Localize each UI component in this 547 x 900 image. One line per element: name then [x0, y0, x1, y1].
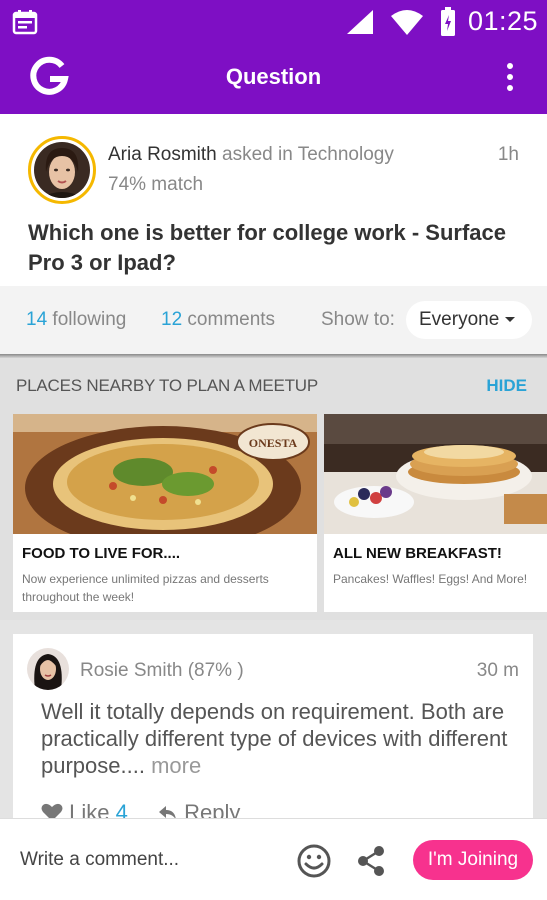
emoji-icon[interactable] — [296, 843, 332, 879]
question-card: Aria Rosmith asked in Technology 1h 74% … — [0, 114, 547, 286]
question-stats-bar: 14 following 12 comments Show to: Everyo… — [0, 286, 547, 356]
battery-icon — [441, 7, 455, 36]
question-time: 1h — [497, 144, 519, 165]
author-name[interactable]: Aria Rosmith — [108, 144, 217, 165]
overflow-menu-icon[interactable] — [498, 60, 522, 98]
comment-compose-bar: Write a comment... I'm Joining — [0, 818, 547, 900]
hide-button[interactable]: HIDE — [486, 376, 527, 396]
status-time: 01:25 — [468, 6, 539, 36]
place-card-title: ALL NEW BREAKFAST! — [333, 545, 502, 562]
place-card-title: FOOD TO LIVE FOR.... — [22, 545, 181, 562]
signal-icon — [347, 10, 373, 34]
comment-input[interactable]: Write a comment... — [20, 849, 179, 871]
question-text: Which one is better for college work - S… — [28, 220, 506, 275]
breakfast-image — [324, 414, 547, 534]
author-avatar[interactable] — [28, 136, 96, 204]
author-photo — [34, 142, 90, 198]
calendar-icon — [12, 10, 38, 35]
show-to-label: Show to: — [321, 309, 395, 330]
answer-author-avatar[interactable] — [27, 648, 69, 690]
following-stat[interactable]: 14 following — [26, 309, 126, 331]
caret-down-icon — [505, 317, 516, 323]
answer-time: 30 m — [476, 660, 519, 681]
show-to-dropdown[interactable]: Everyone — [406, 301, 532, 339]
question-author-line: Aria Rosmith asked in Technology — [108, 144, 394, 166]
app-bar: Question — [0, 44, 547, 114]
share-icon[interactable] — [356, 845, 386, 877]
place-card-description: Now experience unlimited pizzas and dess… — [22, 572, 269, 604]
asked-in-label: asked in Technology — [222, 144, 394, 165]
im-joining-button[interactable]: I'm Joining — [413, 840, 533, 880]
onesta-badge-text: ONESTA — [249, 436, 298, 450]
place-card[interactable]: ONESTA FOOD TO LIVE FOR.... Now experien… — [13, 414, 317, 612]
comments-stat[interactable]: 12 comments — [161, 309, 275, 331]
answer-card: Rosie Smith (87% ) 30 m Well it totally … — [13, 634, 533, 825]
answer-text: Well it totally depends on requirement. … — [41, 699, 508, 778]
answer-author-name[interactable]: Rosie Smith (87% ) — [80, 660, 244, 682]
match-percentage: 74% match — [108, 174, 204, 195]
wifi-icon — [391, 10, 423, 35]
page-title: Question — [225, 64, 322, 89]
nearby-places-section: PLACES NEARBY TO PLAN A MEETUP HIDE ONES… — [0, 358, 547, 620]
pizza-image: ONESTA — [13, 414, 317, 534]
place-card[interactable]: ALL NEW BREAKFAST! Pancakes! Waffles! Eg… — [324, 414, 547, 612]
nearby-heading: PLACES NEARBY TO PLAN A MEETUP — [16, 376, 319, 395]
more-link[interactable]: more — [151, 753, 201, 778]
place-card-description: Pancakes! Waffles! Eggs! And More! — [333, 572, 528, 586]
status-bar: 01:25 — [0, 0, 547, 44]
